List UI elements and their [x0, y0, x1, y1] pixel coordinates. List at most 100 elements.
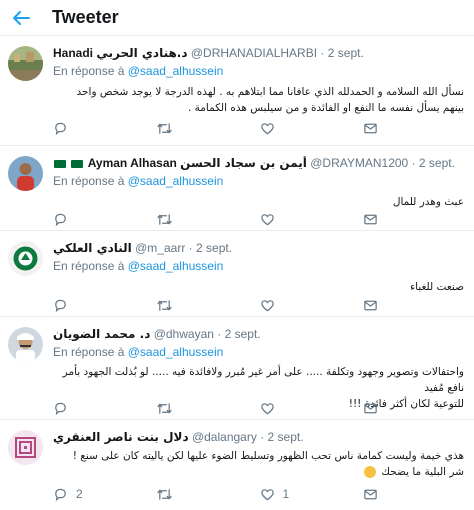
tweet-actions [53, 297, 466, 313]
tweet[interactable]: النادي العلكي @m_aarr · 2 sept. En répon… [0, 231, 474, 317]
user-name-arabic[interactable]: د.هنادي الحربي [96, 46, 187, 60]
tweet-date[interactable]: 2 sept. [196, 241, 232, 255]
tweet-date[interactable]: 2 sept. [225, 327, 261, 341]
user-name-arabic[interactable]: أيمن بن سجاد الحسن [180, 156, 307, 170]
user-name-arabic[interactable]: د. محمد الضويان [53, 327, 150, 341]
reply-icon [55, 122, 66, 135]
message-button[interactable] [363, 487, 466, 502]
tweet[interactable]: Hanadi د.هنادي الحربي @DRHANADIALHARBI ·… [0, 36, 474, 146]
reply-prefix: En réponse à [53, 174, 125, 188]
header-bar: Tweeter [0, 0, 474, 36]
like-button[interactable] [260, 298, 363, 313]
tweet-text-line: واحتفالات وتصوير وجهود وتكلفة ..... على … [62, 366, 464, 394]
user-name-arabic[interactable]: النادي العلكي [53, 241, 132, 255]
tweet-text: صنعت للغباء [410, 281, 464, 293]
like-button[interactable] [260, 212, 363, 227]
reply-to-link[interactable]: @saad_alhussein [128, 174, 224, 188]
avatar[interactable] [8, 327, 43, 362]
heart-icon [260, 488, 274, 500]
heart-icon [260, 213, 274, 225]
user-handle[interactable]: @m_aarr [135, 241, 185, 255]
message-button[interactable] [363, 298, 466, 313]
tweet-date[interactable]: 2 sept. [268, 430, 304, 444]
retweet-button[interactable] [156, 121, 259, 136]
tweet-actions [53, 211, 466, 227]
reply-prefix: En réponse à [53, 64, 125, 78]
tweet[interactable]: Ayman Alhasan أيمن بن سجاد الحسن @DRAYMA… [0, 146, 474, 231]
retweet-button[interactable] [156, 487, 259, 502]
user-name[interactable]: Hanadi [53, 46, 93, 60]
tweet-date[interactable]: 2 sept. [419, 156, 455, 170]
like-button[interactable] [260, 121, 363, 136]
page-title: Tweeter [52, 7, 119, 27]
tweet[interactable]: د. محمد الضويان @dhwayan · 2 sept. En ré… [0, 317, 474, 420]
tweet-header: النادي العلكي @m_aarr · 2 sept. [53, 241, 233, 255]
tweet-actions [53, 400, 466, 416]
retweet-icon [157, 488, 172, 500]
back-arrow-icon[interactable] [11, 8, 31, 28]
avatar[interactable] [8, 430, 43, 465]
reply-context: En réponse à @saad_alhussein [53, 64, 223, 78]
user-handle[interactable]: @dhwayan [154, 327, 214, 341]
retweet-button[interactable] [156, 212, 259, 227]
tweet-text: نسأل الله السلامه و الحمدلله الذي عافانا… [76, 86, 464, 114]
avatar[interactable] [8, 46, 43, 81]
tweet-text: هذي خيمة وليست كمامة ناس تحب الظهور وتسل… [53, 448, 464, 480]
message-button[interactable] [363, 401, 466, 416]
user-handle[interactable]: @dalangary [192, 430, 257, 444]
user-name[interactable]: Ayman Alhasan [88, 156, 177, 170]
heart-icon [260, 299, 274, 311]
retweet-button[interactable] [156, 401, 259, 416]
retweet-icon [157, 402, 172, 414]
reply-button[interactable] [53, 121, 156, 136]
envelope-icon [364, 214, 377, 224]
user-name-arabic[interactable]: دلال بنت ناصر العنقري [53, 430, 189, 444]
reply-prefix: En réponse à [53, 259, 125, 273]
message-button[interactable] [363, 212, 466, 227]
avatar[interactable] [8, 241, 43, 276]
reply-icon [55, 488, 66, 501]
saudi-flag-icon [54, 159, 66, 168]
tweet-header: د. محمد الضويان @dhwayan · 2 sept. [53, 327, 261, 341]
tweet-text-line: هذي خيمة وليست كمامة ناس تحب الظهور وتسل… [72, 450, 464, 462]
avatar[interactable] [8, 156, 43, 191]
tweet[interactable]: دلال بنت ناصر العنقري @dalangary · 2 sep… [0, 420, 474, 510]
like-button[interactable] [260, 401, 363, 416]
envelope-icon [364, 300, 377, 310]
tweet-date[interactable]: 2 sept. [328, 46, 364, 60]
tweet-text-line: شر البلية ما يضحك [53, 464, 464, 480]
retweet-button[interactable] [156, 298, 259, 313]
tweet-text-segment: شر البلية ما يضحك [381, 466, 464, 478]
tweet-actions: 2 1 [53, 486, 466, 502]
like-button[interactable]: 1 [260, 487, 363, 502]
reply-to-link[interactable]: @saad_alhussein [128, 259, 224, 273]
like-count: 1 [282, 487, 290, 501]
message-button[interactable] [363, 121, 466, 136]
tweet-header: دلال بنت ناصر العنقري @dalangary · 2 sep… [53, 430, 304, 444]
reply-context: En réponse à @saad_alhussein [53, 345, 223, 359]
reply-icon [55, 213, 66, 226]
reply-icon [55, 402, 66, 415]
reply-icon [55, 299, 66, 312]
reply-to-link[interactable]: @saad_alhussein [128, 345, 224, 359]
heart-icon [260, 122, 274, 134]
reply-to-link[interactable]: @saad_alhussein [128, 64, 224, 78]
reply-button[interactable] [53, 298, 156, 313]
laughing-emoji-icon [364, 466, 376, 478]
envelope-icon [364, 489, 377, 499]
user-handle[interactable]: @DRHANADIALHARBI [191, 46, 317, 60]
user-handle[interactable]: @DRAYMAN1200 [310, 156, 408, 170]
retweet-icon [157, 122, 172, 134]
envelope-icon [364, 123, 377, 133]
heart-icon [260, 402, 274, 414]
tweet-text: عبث وهدر للمال [392, 196, 464, 208]
reply-count: 2 [76, 487, 83, 501]
retweet-icon [157, 213, 172, 225]
reply-button[interactable]: 2 [53, 487, 156, 502]
tweet-header: Hanadi د.هنادي الحربي @DRHANADIALHARBI ·… [53, 46, 364, 60]
tweet-header: Ayman Alhasan أيمن بن سجاد الحسن @DRAYMA… [53, 156, 466, 170]
reply-button[interactable] [53, 212, 156, 227]
reply-button[interactable] [53, 401, 156, 416]
retweet-icon [157, 299, 172, 311]
reply-context: En réponse à @saad_alhussein [53, 259, 223, 273]
